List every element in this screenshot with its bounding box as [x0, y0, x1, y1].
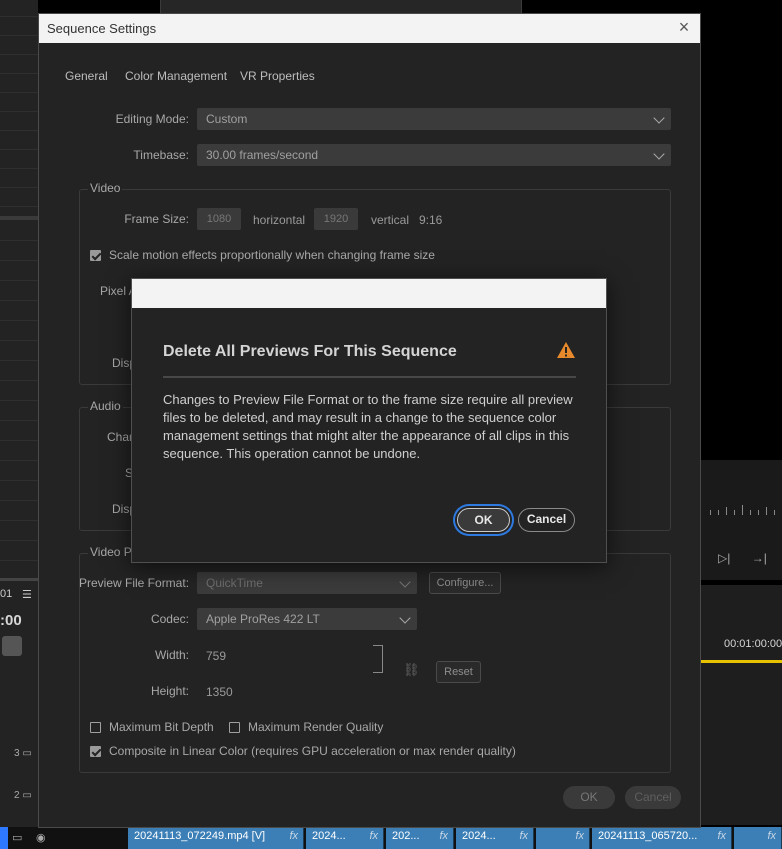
timebase-dropdown[interactable]: 30.00 frames/second	[197, 144, 671, 166]
timeline-clip-track: ▭ ◉ 20241113_072249.mp4 [V] fx 2024... fx …	[0, 827, 782, 849]
clip-label: 2024...	[462, 830, 496, 842]
clip-label: 202...	[392, 830, 420, 842]
max-bit-depth-checkbox[interactable]	[90, 722, 101, 733]
audio-group-title: Audio	[88, 399, 123, 413]
chevron-down-icon	[399, 576, 411, 588]
timeline-clip[interactable]: 202... fx	[386, 827, 454, 849]
fx-badge: fx	[717, 830, 726, 842]
track-target-indicator[interactable]	[0, 827, 8, 849]
delete-previews-dialog: Delete All Previews For This Sequence Ch…	[131, 278, 607, 563]
composite-linear-checkbox[interactable]	[90, 746, 101, 757]
fx-badge: fx	[439, 830, 448, 842]
timeline-clip[interactable]: 2024... fx	[456, 827, 534, 849]
codec-value: Apple ProRes 422 LT	[206, 612, 320, 626]
sequence-indicator: 01	[0, 588, 13, 600]
dialog-titlebar[interactable]	[132, 279, 606, 308]
video-group-title: Video	[88, 181, 123, 195]
timeline-clip[interactable]: fx	[536, 827, 590, 849]
tab-color-management[interactable]: Color Management	[125, 69, 227, 83]
link-icon[interactable]: ⛓	[403, 662, 420, 678]
max-render-quality-checkbox[interactable]	[229, 722, 240, 733]
dialog-divider	[163, 376, 576, 378]
fx-badge: fx	[369, 830, 378, 842]
track-label: 3 ▭	[14, 748, 32, 759]
scale-motion-checkbox[interactable]	[90, 250, 101, 261]
go-to-out-icon[interactable]: →|	[752, 551, 767, 565]
background-left-panel	[0, 0, 38, 849]
clip-label: 2024...	[312, 830, 346, 842]
window-titlebar[interactable]: Sequence Settings ×	[39, 14, 700, 43]
cancel-button[interactable]: Cancel	[625, 786, 681, 809]
frame-size-label: Frame Size:	[124, 212, 189, 226]
editing-mode-value: Custom	[206, 112, 248, 126]
horizontal-label: horizontal	[253, 213, 306, 227]
fx-badge: fx	[575, 830, 584, 842]
timeline-ruler-timecode: 00:01:00:00	[724, 638, 782, 650]
close-icon[interactable]: ×	[674, 17, 694, 37]
playhead-timecode[interactable]: :00	[0, 612, 22, 629]
preview-format-label: Preview File Format:	[79, 576, 190, 590]
clip-label: 20241113_072249.mp4 [V]	[134, 830, 266, 842]
frame-height-field[interactable]: 1920	[314, 208, 358, 230]
step-forward-icon[interactable]: ▷|	[718, 551, 730, 565]
chevron-down-icon	[653, 112, 665, 124]
background-top-panel	[160, 0, 522, 14]
work-area-bar[interactable]	[700, 660, 782, 663]
scale-motion-label: Scale motion effects proportionally when…	[109, 248, 435, 262]
configure-button[interactable]: Configure...	[429, 572, 501, 594]
codec-label: Codec:	[150, 612, 189, 626]
preview-height-value[interactable]: 1350	[206, 685, 233, 699]
fx-badge: fx	[519, 830, 528, 842]
width-label: Width:	[154, 648, 189, 662]
chevron-down-icon	[653, 148, 665, 160]
vertical-label: vertical	[371, 213, 410, 227]
eye-icon[interactable]: ◉	[36, 831, 46, 844]
track-number: 2	[14, 790, 20, 801]
dialog-title: Delete All Previews For This Sequence	[163, 343, 457, 360]
toggle-track-output-icon[interactable]: ▭	[22, 790, 31, 801]
tab-vr-properties[interactable]: VR Properties	[240, 69, 315, 83]
timeline-panel	[700, 585, 782, 825]
height-label: Height:	[150, 684, 189, 698]
dialog-ok-button[interactable]: OK	[457, 508, 510, 532]
timebase-label: Timebase:	[133, 148, 189, 162]
timeline-clip[interactable]: 20241113_072249.mp4 [V] fx	[128, 827, 304, 849]
editing-mode-label: Editing Mode:	[115, 112, 189, 126]
reset-button[interactable]: Reset	[436, 661, 481, 683]
track-label: 2 ▭	[14, 790, 32, 801]
aspect-ratio-value: 9:16	[419, 213, 443, 227]
track-number: 3	[14, 748, 20, 759]
toggle-track-output-icon[interactable]: ▭	[22, 748, 31, 759]
ok-button[interactable]: OK	[563, 786, 615, 809]
timeline-clip[interactable]: 20241113_065720... fx	[592, 827, 732, 849]
composite-linear-label: Composite in Linear Color (requires GPU …	[109, 744, 516, 758]
fx-badge: fx	[289, 830, 298, 842]
max-bit-depth-label: Maximum Bit Depth	[109, 720, 214, 734]
clip-label: 20241113_065720...	[598, 830, 698, 842]
warning-icon	[557, 342, 575, 358]
transport-controls: ▷| →|	[718, 551, 782, 565]
preview-format-value: QuickTime	[206, 576, 263, 590]
monitor-time-ruler[interactable]	[708, 505, 782, 515]
editing-mode-dropdown[interactable]: Custom	[197, 108, 671, 130]
snap-toggle-button[interactable]	[2, 636, 22, 656]
preview-format-dropdown[interactable]: QuickTime	[197, 572, 417, 594]
timeline-clip[interactable]: 2024... fx	[306, 827, 384, 849]
fx-badge: fx	[767, 830, 776, 842]
timeline-clip[interactable]: fx	[734, 827, 782, 849]
codec-dropdown[interactable]: Apple ProRes 422 LT	[197, 608, 417, 630]
window-title: Sequence Settings	[47, 21, 157, 36]
aspect-link-bracket	[373, 645, 383, 673]
tab-general[interactable]: General	[65, 69, 108, 83]
track-output-icon[interactable]: ▭	[12, 831, 22, 844]
max-render-quality-label: Maximum Render Quality	[248, 720, 384, 734]
frame-width-field[interactable]: 1080	[197, 208, 241, 230]
panel-menu-icon[interactable]: ☰	[22, 588, 32, 601]
panel-divider[interactable]	[0, 578, 38, 581]
timebase-value: 30.00 frames/second	[206, 148, 319, 162]
dialog-cancel-button[interactable]: Cancel	[518, 508, 575, 532]
dialog-message: Changes to Preview File Format or to the…	[163, 392, 573, 461]
chevron-down-icon	[399, 612, 411, 624]
preview-width-value[interactable]: 759	[206, 649, 226, 663]
